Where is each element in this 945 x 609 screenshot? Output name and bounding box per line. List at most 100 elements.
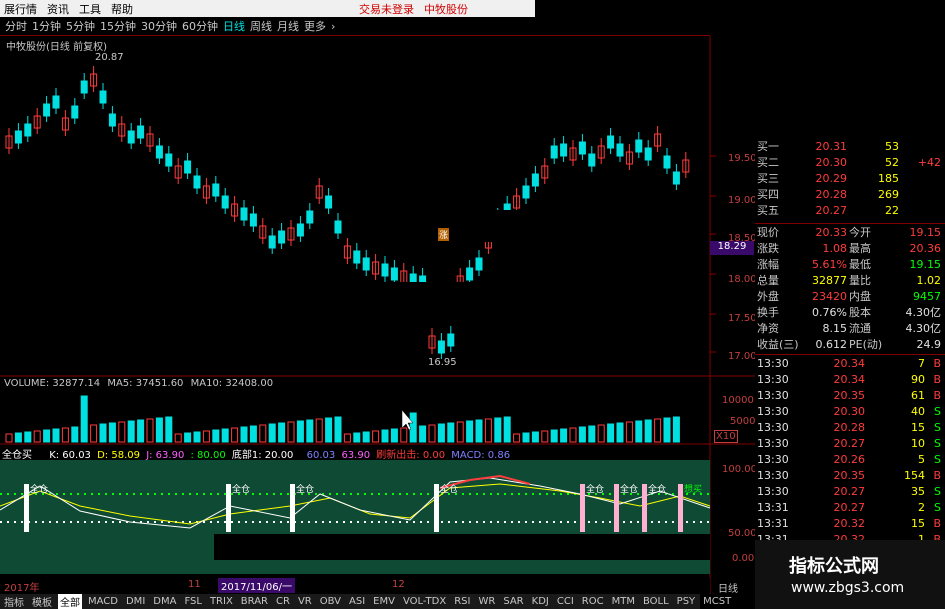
tick-time: 13:30 <box>757 405 789 418</box>
volume-bar <box>108 422 116 443</box>
volume-bar <box>550 429 558 443</box>
bid-price: 20.27 <box>815 204 848 217</box>
stat-value: 9457 <box>913 290 941 303</box>
volume-ma5: MA5: 37451.60 <box>107 378 184 389</box>
volume-bar <box>400 427 408 443</box>
tick-row[interactable]: 13:31 20.27 2 S <box>755 500 945 516</box>
tick-row[interactable]: 13:30 20.35 61 B <box>755 388 945 404</box>
bid-row[interactable]: 买三 20.29 185 <box>755 171 945 187</box>
indicator-tab[interactable]: DMA <box>151 596 178 607</box>
indicator-tab[interactable]: CCI <box>555 596 576 607</box>
tick-row[interactable]: 13:30 20.30 40 S <box>755 404 945 420</box>
tab-30min[interactable]: 30分钟 <box>141 18 177 34</box>
indicator-tab[interactable]: FSL <box>182 596 204 607</box>
volume-bar <box>362 431 370 443</box>
candle <box>52 95 60 109</box>
tab-15min[interactable]: 15分钟 <box>100 18 136 34</box>
menu-news[interactable]: 资讯 <box>47 1 69 17</box>
candle <box>325 195 333 209</box>
menu-help[interactable]: 帮助 <box>111 1 133 17</box>
indicator-tab[interactable]: 全部 <box>58 594 82 609</box>
tick-time: 13:31 <box>757 517 789 530</box>
tick-row[interactable]: 13:30 20.35 154 B <box>755 468 945 484</box>
indicator-tab[interactable]: MACD <box>86 596 120 607</box>
indicator-axis-label: 0.00 <box>732 553 755 564</box>
tick-side: S <box>934 437 941 450</box>
tab-1min[interactable]: 1分钟 <box>32 18 61 34</box>
volume-bar <box>625 421 633 443</box>
indicator-tab[interactable]: 模板 <box>30 594 54 609</box>
volume-bar <box>597 424 605 443</box>
signal-post <box>614 484 619 532</box>
price-axis-label: 19.00 <box>728 195 757 206</box>
volume-bar <box>522 432 530 443</box>
indicator-tab[interactable]: OBV <box>318 596 343 607</box>
indicator-tab[interactable]: VR <box>296 596 314 607</box>
indicator-tab[interactable]: MCST <box>701 596 733 607</box>
tick-row[interactable]: 13:30 20.26 5 S <box>755 452 945 468</box>
bid-row[interactable]: 买五 20.27 22 <box>755 203 945 219</box>
stat-value: 23420 <box>812 290 847 303</box>
bottom-period-label[interactable]: 日线 <box>718 580 738 595</box>
tick-row[interactable]: 13:30 20.34 90 B <box>755 372 945 388</box>
volume-bar <box>202 430 210 443</box>
bid-row[interactable]: 买一 20.31 53 <box>755 139 945 155</box>
indicator-tab[interactable]: WR <box>476 596 497 607</box>
bid-change: +42 <box>917 156 941 169</box>
stat-label: 流通 <box>849 322 871 335</box>
indicator-tab[interactable]: ROC <box>580 596 606 607</box>
chevron-right-icon[interactable]: › <box>331 20 335 33</box>
candle <box>221 195 229 209</box>
indicator-tab[interactable]: KDJ <box>530 596 551 607</box>
volume-bar <box>146 418 154 443</box>
tab-monthly[interactable]: 月线 <box>277 18 299 34</box>
tick-side: B <box>933 517 941 530</box>
indicator-tab[interactable]: RSI <box>452 596 472 607</box>
candle <box>390 267 398 281</box>
kline-chart[interactable] <box>0 36 755 594</box>
indicator-tab[interactable]: 指标 <box>2 594 26 609</box>
volume-bar <box>588 425 596 443</box>
tick-time: 13:30 <box>757 373 789 386</box>
tab-60min[interactable]: 60分钟 <box>182 18 218 34</box>
tab-weekly[interactable]: 周线 <box>250 18 272 34</box>
bid-price: 20.30 <box>815 156 848 169</box>
indicator-tab[interactable]: DMI <box>124 596 147 607</box>
bid-row[interactable]: 买四 20.28 269 <box>755 187 945 203</box>
indicator-tab[interactable]: TRIX <box>208 596 235 607</box>
signal-post <box>580 484 585 532</box>
trade-status[interactable]: 交易未登录 <box>359 1 414 17</box>
indicator-tab[interactable]: ASI <box>347 596 367 607</box>
tab-more[interactable]: 更多 <box>304 18 326 34</box>
tick-row[interactable]: 13:30 20.27 10 S <box>755 436 945 452</box>
bid-row[interactable]: 买二 20.30 52 +42 <box>755 155 945 171</box>
tick-row[interactable]: 13:31 20.32 15 B <box>755 516 945 532</box>
tab-intraday[interactable]: 分时 <box>5 18 27 34</box>
volume-axis-label: 10000 <box>722 395 754 406</box>
indicator-tab[interactable]: SAR <box>501 596 525 607</box>
indicator-tab[interactable]: PSY <box>675 596 698 607</box>
tab-5min[interactable]: 5分钟 <box>66 18 95 34</box>
tick-row[interactable]: 13:30 20.27 35 S <box>755 484 945 500</box>
tick-price: 20.26 <box>833 453 866 466</box>
tick-price: 20.34 <box>833 373 866 386</box>
indicator-tab[interactable]: EMV <box>371 596 397 607</box>
menu-quotes[interactable]: 展行情 <box>4 1 37 17</box>
tick-volume: 90 <box>911 373 925 386</box>
volume-bar <box>503 416 511 443</box>
signal-post <box>434 484 439 532</box>
indicator-tab[interactable]: BRAR <box>239 596 270 607</box>
tick-price: 20.35 <box>833 389 866 402</box>
menu-tools[interactable]: 工具 <box>79 1 101 17</box>
volume-bar <box>118 421 126 443</box>
stat-value: 0.76% <box>812 306 847 319</box>
volume-bar <box>428 424 436 443</box>
indicator-tab[interactable]: VOL-TDX <box>401 596 448 607</box>
tick-row[interactable]: 13:30 20.28 15 S <box>755 420 945 436</box>
tick-row[interactable]: 13:30 20.34 7 B <box>755 356 945 372</box>
indicator-tab[interactable]: CR <box>274 596 292 607</box>
indicator-tab[interactable]: MTM <box>610 596 637 607</box>
indicator-name[interactable]: 全仓买 <box>2 450 32 461</box>
indicator-tab[interactable]: BOLL <box>641 596 671 607</box>
tab-daily[interactable]: 日线 <box>223 18 245 34</box>
